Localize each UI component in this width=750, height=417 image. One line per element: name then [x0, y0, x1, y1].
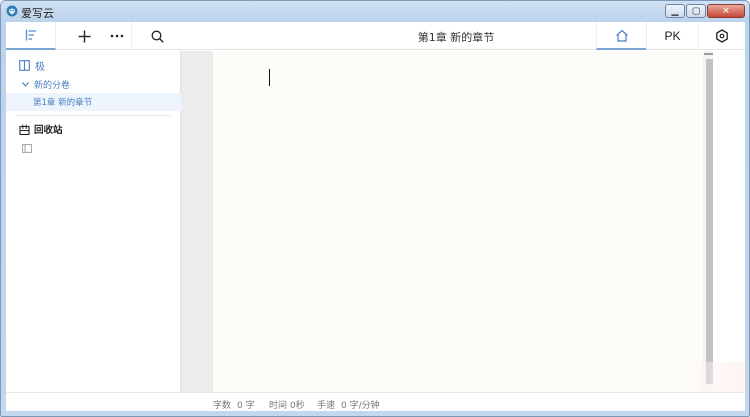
- sidebar-item-book[interactable]: 极: [6, 56, 181, 74]
- main-toolbar: 第1章 新的章节 PK: [6, 22, 745, 50]
- speed-value: 0 字/分钟: [341, 401, 380, 411]
- hexagon-settings-icon: [716, 29, 728, 43]
- outline-toggle-button[interactable]: [6, 22, 56, 50]
- book-icon: [19, 59, 30, 71]
- chapter-title-area: 第1章 新的章节: [306, 22, 606, 50]
- window-title: 爱写云: [21, 7, 54, 20]
- close-icon: ✕: [722, 5, 730, 16]
- home-button[interactable]: [596, 22, 646, 50]
- chapter-title: 第1章 新的章节: [417, 31, 495, 44]
- editor-gutter: [181, 51, 213, 392]
- corner-shade: [678, 362, 745, 392]
- minimize-button[interactable]: ▁: [665, 4, 685, 18]
- more-dots-icon: [110, 34, 123, 38]
- speed-label: 手速: [317, 401, 336, 411]
- maximize-icon: ▢: [691, 5, 701, 16]
- app-window: 爱写云 ▁ ▢ ✕ 第1章 新的章节 PK 极 新的分卷 第1章 新的章节 回收…: [0, 0, 750, 417]
- plus-icon: [78, 30, 90, 42]
- text-cursor: [269, 69, 270, 86]
- settings-button[interactable]: [698, 22, 745, 50]
- word-count-value: 0 字: [237, 401, 255, 411]
- sidebar-item-trash[interactable]: 回收站: [6, 120, 181, 138]
- trash-icon: [19, 124, 30, 135]
- chapter-name: 第1章 新的章节: [33, 98, 93, 108]
- chevron-down-icon: [22, 81, 29, 87]
- add-button[interactable]: [74, 22, 94, 50]
- word-count-label: 字数: [213, 401, 232, 411]
- search-icon: [151, 30, 164, 43]
- editor-text-area[interactable]: [213, 51, 703, 392]
- minimize-icon: ▁: [671, 5, 679, 16]
- pk-button[interactable]: PK: [646, 22, 698, 50]
- time-label: 时间: [269, 401, 288, 411]
- status-bar: 字数 0 字 时间 0秒 手速 0 字/分钟: [6, 392, 745, 411]
- pk-label: PK: [664, 29, 681, 43]
- home-icon: [615, 29, 628, 42]
- sidebar-divider: [16, 115, 171, 116]
- sidebar-item-volume[interactable]: 新的分卷: [6, 75, 181, 93]
- sidebar-item-chapter[interactable]: 第1章 新的章节: [6, 93, 181, 111]
- sidebar-item-panel[interactable]: [6, 139, 181, 157]
- book-name: 极: [35, 61, 45, 73]
- outline-menu-icon: [25, 29, 36, 41]
- title-bar[interactable]: 爱写云 ▁ ▢ ✕: [1, 1, 749, 22]
- app-client-area: 第1章 新的章节 PK 极 新的分卷 第1章 新的章节 回收站 字数 0 字 时…: [6, 22, 745, 411]
- close-button[interactable]: ✕: [707, 4, 745, 18]
- search-button[interactable]: [146, 22, 168, 50]
- trash-label: 回收站: [34, 125, 63, 136]
- app-logo-icon: [6, 5, 18, 17]
- chapter-sidebar: 极 新的分卷 第1章 新的章节 回收站: [6, 51, 181, 392]
- more-button[interactable]: [102, 22, 132, 50]
- volume-name: 新的分卷: [34, 80, 71, 91]
- maximize-button[interactable]: ▢: [686, 4, 706, 18]
- scrollbar-top-marker: [704, 53, 713, 55]
- panel-icon: [22, 143, 32, 153]
- time-value: 0秒: [290, 401, 305, 411]
- right-margin: [713, 51, 745, 392]
